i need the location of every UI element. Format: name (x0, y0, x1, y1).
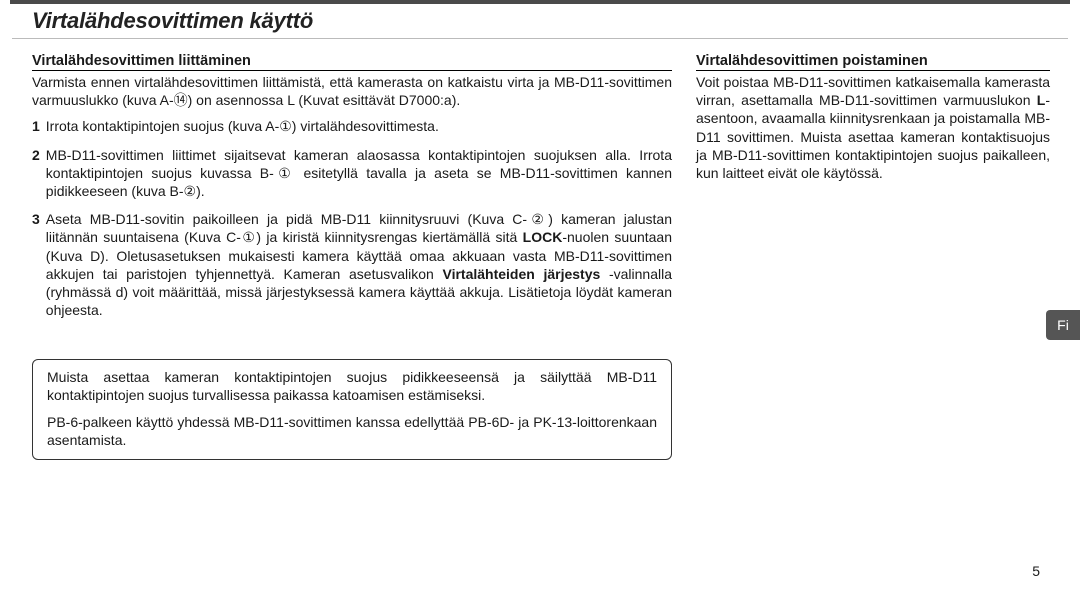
item-text: MB-D11-sovittimen liittimet sijaitsevat … (46, 146, 672, 201)
numbered-list: 1 Irrota kontaktipintojen suojus (kuva A… (32, 117, 672, 319)
title-bar: Virtalähdesovittimen käyttö (12, 4, 1068, 39)
page-title: Virtalähdesovittimen käyttö (32, 8, 1048, 34)
left-column: Virtalähdesovittimen liittäminen Varmist… (32, 53, 672, 460)
intro-paragraph: Varmista ennen virtalähdesovittimen liit… (32, 73, 672, 109)
right-paragraph: Voit poistaa MB-D11-sovittimen katkaisem… (696, 73, 1050, 182)
item-number: 2 (32, 146, 40, 201)
bold-text: Virtalähteiden järjestys (442, 266, 600, 282)
right-heading: Virtalähdesovittimen poistaminen (696, 53, 1050, 71)
item-text: Aseta MB-D11-sovitin paikoilleen ja pidä… (46, 210, 672, 319)
list-item: 2 MB-D11-sovittimen liittimet sijaitseva… (32, 146, 672, 201)
content-area: Virtalähdesovittimen liittäminen Varmist… (0, 53, 1080, 460)
item-text: Irrota kontaktipintojen suojus (kuva A-①… (46, 117, 672, 135)
item-number: 3 (32, 210, 40, 319)
language-tab: Fi (1046, 310, 1080, 340)
item-number: 1 (32, 117, 40, 135)
right-para-seg: Voit poistaa MB-D11-sovittimen katkaisem… (696, 74, 1050, 108)
manual-page: Virtalähdesovittimen käyttö Virtalähdeso… (0, 0, 1080, 599)
right-column: Virtalähdesovittimen poistaminen Voit po… (696, 53, 1050, 460)
bold-text: LOCK (523, 229, 563, 245)
page-number: 5 (1032, 563, 1040, 579)
list-item: 1 Irrota kontaktipintojen suojus (kuva A… (32, 117, 672, 135)
notice-box: Muista asettaa kameran kontaktipintojen … (32, 359, 672, 460)
left-heading: Virtalähdesovittimen liittäminen (32, 53, 672, 71)
list-item: 3 Aseta MB-D11-sovitin paikoilleen ja pi… (32, 210, 672, 319)
notice-paragraph: PB-6-palkeen käyttö yhdessä MB-D11-sovit… (47, 413, 657, 449)
notice-paragraph: Muista asettaa kameran kontaktipintojen … (47, 368, 657, 404)
